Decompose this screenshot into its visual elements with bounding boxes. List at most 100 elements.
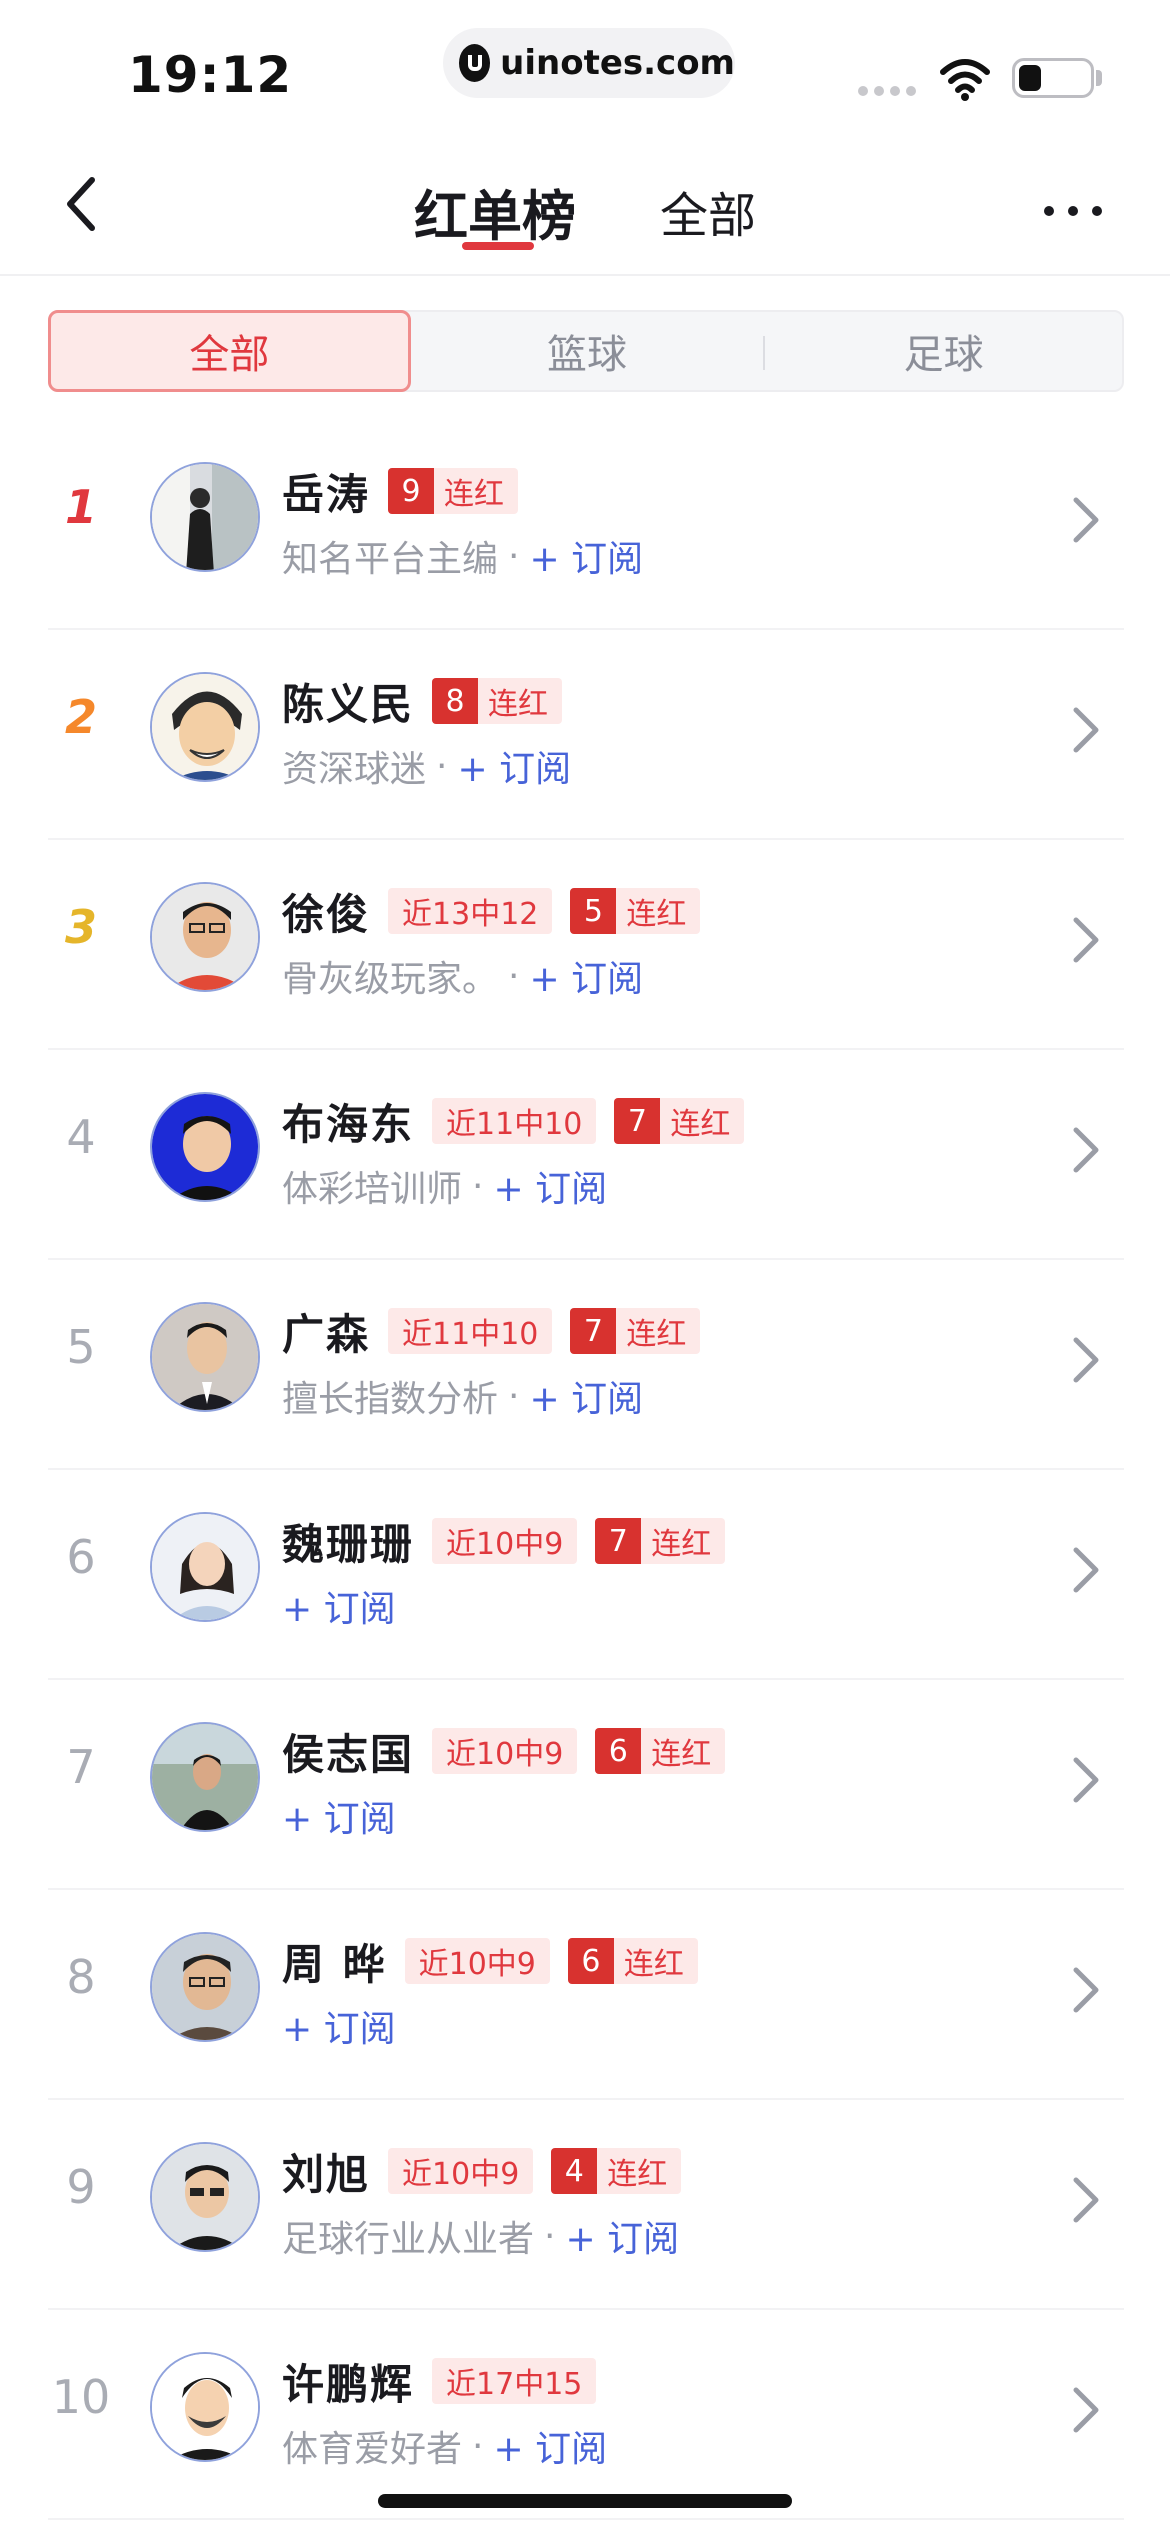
list-item[interactable]: 9 刘旭 近10中9 4 连红 足球行业从业者 · + 订阅 — [48, 2100, 1124, 2310]
expert-name: 陈义民 — [282, 679, 415, 729]
avatar[interactable] — [150, 1092, 260, 1202]
subscribe-button[interactable]: + 订阅 — [565, 2210, 679, 2262]
list-item[interactable]: 8 周 晔 近10中9 6 连红 + 订阅 — [48, 1890, 1124, 2100]
streak-badge: 8 连红 — [432, 678, 563, 724]
rank-number: 6 — [66, 1530, 96, 1584]
chevron-right-icon[interactable] — [1066, 910, 1106, 970]
avatar[interactable] — [150, 1722, 260, 1832]
name-line: 侯志国 近10中9 6 连红 — [282, 1722, 726, 1780]
expert-name: 侯志国 — [282, 1729, 415, 1779]
hit-record-tag: 近10中9 — [432, 1728, 578, 1774]
rank-number: 8 — [66, 1950, 96, 2004]
sub-line: 体育爱好者 · + 订阅 — [282, 2420, 607, 2472]
expert-description: 擅长指数分析 — [282, 1379, 499, 1420]
streak-badge: 9 连红 — [388, 468, 519, 514]
hit-record-tag: 近17中15 — [432, 2358, 597, 2404]
list-item[interactable]: 7 侯志国 近10中9 6 连红 + 订阅 — [48, 1680, 1124, 1890]
segment-football[interactable]: 足球 — [765, 312, 1122, 390]
sub-line: 体彩培训师 · + 订阅 — [282, 1160, 607, 1212]
sub-line: + 订阅 — [282, 2000, 396, 2052]
streak-badge: 7 连红 — [570, 1308, 701, 1354]
avatar[interactable] — [150, 882, 260, 992]
avatar[interactable] — [150, 1302, 260, 1412]
hit-record-tag: 近13中12 — [388, 888, 553, 934]
rank-number: 9 — [66, 2160, 96, 2214]
subscribe-button[interactable]: + 订阅 — [493, 2420, 607, 2472]
expert-name: 刘旭 — [282, 2149, 371, 2199]
list-item[interactable]: 5 广森 近11中10 7 连红 擅长指数分析 · + 订阅 — [48, 1260, 1124, 1470]
chevron-right-icon[interactable] — [1066, 1750, 1106, 1810]
rank-number: 4 — [66, 1110, 96, 1164]
avatar[interactable] — [150, 1512, 260, 1622]
expert-description: 体彩培训师 — [282, 1169, 463, 1210]
expert-name: 岳涛 — [282, 469, 371, 519]
expert-name: 许鹏辉 — [282, 2359, 415, 2409]
sub-line: 知名平台主编 · + 订阅 — [282, 530, 643, 582]
battery-cap — [1096, 70, 1102, 86]
expert-name: 布海东 — [282, 1099, 415, 1149]
chevron-right-icon[interactable] — [1066, 1540, 1106, 1600]
status-bar: 19:12 uinotes.com — [0, 0, 1170, 140]
subscribe-button[interactable]: + 订阅 — [282, 2000, 396, 2052]
segment-basketball[interactable]: 篮球 — [409, 312, 766, 390]
avatar[interactable] — [150, 672, 260, 782]
tab-red-list[interactable]: 红单榜 — [414, 172, 576, 251]
subscribe-button[interactable]: + 订阅 — [493, 1160, 607, 1212]
avatar[interactable] — [150, 462, 260, 572]
expert-description: 足球行业从业者 — [282, 2219, 535, 2260]
list-item[interactable]: 6 魏珊珊 近10中9 7 连红 + 订阅 — [48, 1470, 1124, 1680]
segment-all[interactable]: 全部 — [48, 310, 411, 392]
hit-record-tag: 近11中10 — [432, 1098, 597, 1144]
subscribe-button[interactable]: + 订阅 — [529, 950, 643, 1002]
name-line: 刘旭 近10中9 4 连红 — [282, 2142, 682, 2200]
chevron-right-icon[interactable] — [1066, 1330, 1106, 1390]
hit-record-tag: 近10中9 — [432, 1518, 578, 1564]
list-item[interactable]: 10 许鹏辉 近17中15 体育爱好者 · + 订阅 — [48, 2310, 1124, 2520]
url-text: uinotes.com — [500, 43, 735, 83]
back-arrow-icon[interactable] — [56, 174, 116, 234]
chevron-right-icon[interactable] — [1066, 2380, 1106, 2440]
subscribe-button[interactable]: + 订阅 — [457, 740, 571, 792]
sub-line: 足球行业从业者 · + 订阅 — [282, 2210, 679, 2262]
name-line: 许鹏辉 近17中15 — [282, 2352, 597, 2410]
site-logo-icon — [459, 44, 491, 82]
url-pill[interactable]: uinotes.com — [443, 28, 735, 98]
rank-number: 10 — [51, 2370, 111, 2424]
list-item[interactable]: 1 岳涛 9 连红 知名平台主编 · + 订阅 — [48, 420, 1124, 630]
avatar[interactable] — [150, 1932, 260, 2042]
sub-line: 骨灰级玩家。 · + 订阅 — [282, 950, 643, 1002]
streak-badge: 7 连红 — [595, 1518, 726, 1564]
sub-line: 资深球迷 · + 订阅 — [282, 740, 571, 792]
subscribe-button[interactable]: + 订阅 — [529, 530, 643, 582]
sub-line: 擅长指数分析 · + 订阅 — [282, 1370, 643, 1422]
list-item[interactable]: 2 陈义民 8 连红 资深球迷 · + 订阅 — [48, 630, 1124, 840]
subscribe-button[interactable]: + 订阅 — [529, 1370, 643, 1422]
chevron-right-icon[interactable] — [1066, 2170, 1106, 2230]
expert-description: 体育爱好者 — [282, 2429, 463, 2470]
avatar[interactable] — [150, 2352, 260, 2462]
list-item[interactable]: 4 布海东 近11中10 7 连红 体彩培训师 · + 订阅 — [48, 1050, 1124, 1260]
subscribe-button[interactable]: + 订阅 — [282, 1580, 396, 1632]
chevron-right-icon[interactable] — [1066, 700, 1106, 760]
cellular-signal-icon — [858, 86, 916, 96]
sport-filter-segment: 全部 篮球 足球 — [48, 310, 1124, 392]
wifi-icon — [940, 59, 990, 101]
ranking-list: 1 岳涛 9 连红 知名平台主编 · + 订阅 2 陈义民 8 连红 资深球迷 · + … — [48, 420, 1124, 2520]
chevron-right-icon[interactable] — [1066, 1960, 1106, 2020]
battery-icon — [1012, 58, 1094, 98]
expert-description: 资深球迷 — [282, 749, 427, 790]
streak-badge: 6 连红 — [567, 1938, 698, 1984]
tab-all[interactable]: 全部 — [660, 176, 756, 246]
streak-badge: 7 连红 — [614, 1098, 745, 1144]
chevron-right-icon[interactable] — [1066, 1120, 1106, 1180]
streak-badge: 4 连红 — [551, 2148, 682, 2194]
home-indicator — [378, 2494, 792, 2508]
rank-number: 2 — [64, 690, 97, 744]
subscribe-button[interactable]: + 订阅 — [282, 1790, 396, 1842]
avatar[interactable] — [150, 2142, 260, 2252]
streak-badge: 5 连红 — [570, 888, 701, 934]
active-tab-indicator — [462, 242, 534, 250]
chevron-right-icon[interactable] — [1066, 490, 1106, 550]
list-item[interactable]: 3 徐俊 近13中12 5 连红 骨灰级玩家。 · + 订阅 — [48, 840, 1124, 1050]
more-options-icon[interactable] — [1044, 206, 1102, 216]
